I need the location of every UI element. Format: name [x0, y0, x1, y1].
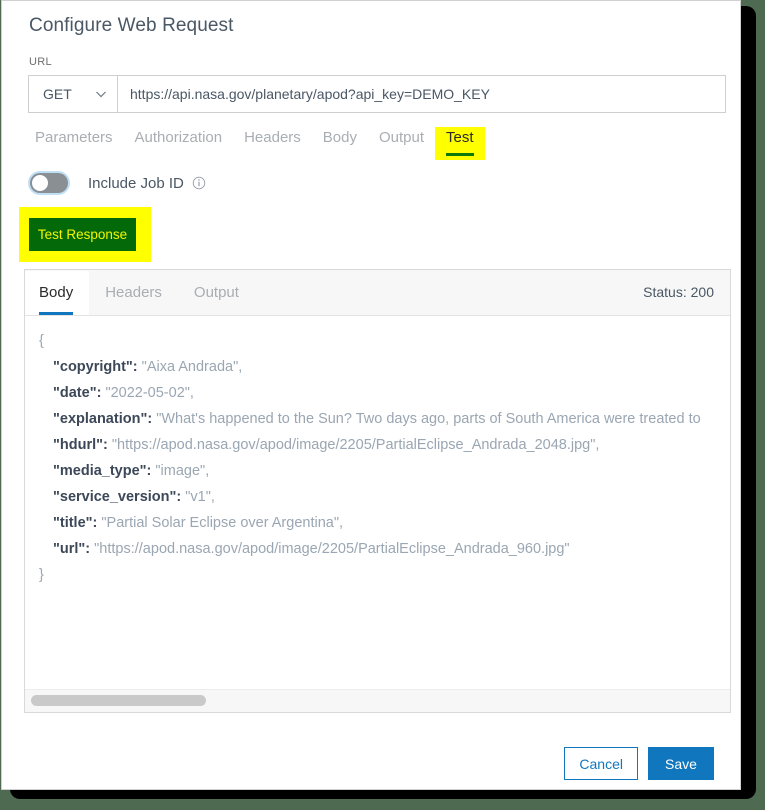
json-line-value: "v1" [185, 489, 211, 505]
tab-parameters[interactable]: Parameters [24, 127, 124, 150]
response-panel: Body Headers Output Status: 200 { "copyr… [24, 269, 731, 713]
response-tab-body-label: Body [39, 284, 73, 301]
tab-test-active-underline [446, 153, 474, 156]
toggle-knob [32, 175, 48, 191]
include-job-id-toggle[interactable] [30, 173, 68, 193]
horizontal-scrollbar[interactable] [25, 689, 730, 712]
json-line: { [39, 328, 730, 354]
json-line-value: "https://apod.nasa.gov/apod/image/2205/P… [112, 437, 596, 453]
json-line-tail: , [205, 463, 209, 479]
tab-headers-label: Headers [244, 129, 301, 146]
save-button[interactable]: Save [648, 747, 714, 780]
json-line-value: "What's happened to the Sun? Two days ag… [156, 411, 700, 427]
json-line: "copyright": "Aixa Andrada", [39, 354, 730, 380]
include-job-id-label: Include Job ID [88, 175, 184, 192]
tab-parameters-label: Parameters [35, 129, 113, 146]
tab-test[interactable]: Test [435, 127, 485, 160]
json-line: "explanation": "What's happened to the S… [39, 406, 730, 432]
response-tab-body[interactable]: Body [25, 271, 89, 315]
json-line: "service_version": "v1", [39, 484, 730, 510]
response-tab-output-label: Output [194, 284, 239, 301]
json-line-value: "Aixa Andrada" [142, 359, 239, 375]
request-tab-bar: Parameters Authorization Headers Body Ou… [24, 127, 485, 160]
json-line-value: } [39, 567, 44, 583]
tab-output[interactable]: Output [368, 127, 435, 150]
cancel-button[interactable]: Cancel [564, 747, 638, 780]
url-field-label: URL [29, 56, 52, 68]
json-line-key: "service_version": [53, 489, 181, 505]
response-tab-active-underline [39, 312, 73, 315]
http-method-select[interactable]: GET [28, 75, 118, 113]
json-line-tail: , [595, 437, 599, 453]
json-line-key: "url": [53, 541, 90, 557]
page-title: Configure Web Request [29, 15, 234, 37]
status-badge: Status: 200 [643, 270, 714, 314]
json-line: } [39, 562, 730, 588]
json-line-tail: , [238, 359, 242, 375]
response-tab-bar: Body Headers Output Status: 200 [25, 270, 730, 316]
tab-authorization-label: Authorization [135, 129, 223, 146]
json-line-key: "date": [53, 385, 101, 401]
json-line-value: { [39, 333, 44, 349]
include-job-id-row: Include Job ID [30, 173, 206, 193]
configure-web-request-dialog: Configure Web Request URL GET https://ap… [1, 0, 741, 790]
tab-authorization[interactable]: Authorization [124, 127, 234, 150]
tab-body[interactable]: Body [312, 127, 368, 150]
chevron-down-icon [95, 88, 107, 100]
json-line-key: "title": [53, 515, 97, 531]
json-line-tail: , [190, 385, 194, 401]
tab-test-label: Test [446, 129, 474, 146]
tab-body-label: Body [323, 129, 357, 146]
json-line-tail: , [339, 515, 343, 531]
json-line: "date": "2022-05-02", [39, 380, 730, 406]
response-tab-headers[interactable]: Headers [89, 271, 178, 315]
test-response-button[interactable]: Test Response [29, 218, 136, 251]
json-line: "hdurl": "https://apod.nasa.gov/apod/ima… [39, 432, 730, 458]
json-line-value: "2022-05-02" [105, 385, 189, 401]
json-line-key: "copyright": [53, 359, 138, 375]
json-line-key: "hdurl": [53, 437, 108, 453]
json-line: "url": "https://apod.nasa.gov/apod/image… [39, 536, 730, 562]
url-row: GET https://api.nasa.gov/planetary/apod?… [28, 75, 726, 113]
response-tab-output[interactable]: Output [178, 271, 255, 315]
json-line-tail: , [211, 489, 215, 505]
json-line-key: "media_type": [53, 463, 151, 479]
json-line-key: "explanation": [53, 411, 152, 427]
info-icon[interactable] [192, 176, 206, 190]
response-body-content: { "copyright": "Aixa Andrada", "date": "… [25, 316, 730, 668]
json-line-value: "https://apod.nasa.gov/apod/image/2205/P… [94, 541, 569, 557]
status-label: Status: [643, 284, 687, 300]
json-line-value: "image" [155, 463, 205, 479]
dialog-footer: Cancel Save [564, 747, 714, 780]
status-code: 200 [691, 284, 714, 300]
scrollbar-thumb[interactable] [31, 695, 206, 706]
tab-output-label: Output [379, 129, 424, 146]
url-input[interactable]: https://api.nasa.gov/planetary/apod?api_… [118, 75, 726, 113]
json-line: "media_type": "image", [39, 458, 730, 484]
json-line-value: "Partial Solar Eclipse over Argentina" [101, 515, 339, 531]
tab-headers[interactable]: Headers [233, 127, 312, 150]
response-tab-headers-label: Headers [105, 284, 162, 301]
json-line: "title": "Partial Solar Eclipse over Arg… [39, 510, 730, 536]
http-method-value: GET [43, 86, 72, 102]
